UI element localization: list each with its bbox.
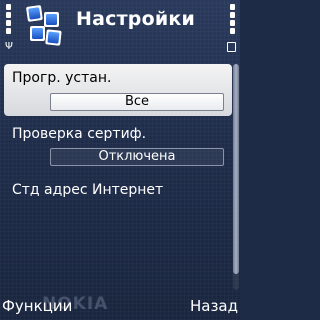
setting-label: Проверка сертиф. — [12, 126, 147, 142]
setting-label: Прогр. устан. — [12, 70, 112, 86]
setting-value-field[interactable]: Отключена — [50, 148, 224, 166]
settings-squares-icon — [24, 4, 66, 48]
softkey-bar: NOKIA Функции Назад — [0, 294, 240, 320]
setting-item-cert-check[interactable]: Проверка сертиф. Отключена — [4, 120, 232, 170]
setting-value-field[interactable]: Все — [50, 93, 224, 111]
scrollbar-thumb[interactable] — [233, 64, 239, 274]
options-softkey[interactable]: Функции — [2, 297, 72, 315]
battery-icon — [223, 4, 237, 52]
page-title: Настройки — [76, 8, 195, 30]
setting-item-default-address[interactable]: Стд адрес Интернет — [4, 176, 232, 202]
phone-screen: Ψ Настройки Прогр. устан. Все Проверка с… — [0, 0, 240, 320]
header: Ψ Настройки — [0, 0, 240, 60]
settings-list: Прогр. устан. Все Проверка сертиф. Отклю… — [0, 64, 232, 290]
signal-strength-icon: Ψ — [4, 4, 18, 52]
back-softkey[interactable]: Назад — [190, 297, 238, 315]
setting-label: Стд адрес Интернет — [12, 182, 164, 198]
setting-item-app-install[interactable]: Прогр. устан. Все — [4, 64, 232, 116]
scrollbar[interactable] — [233, 64, 239, 290]
